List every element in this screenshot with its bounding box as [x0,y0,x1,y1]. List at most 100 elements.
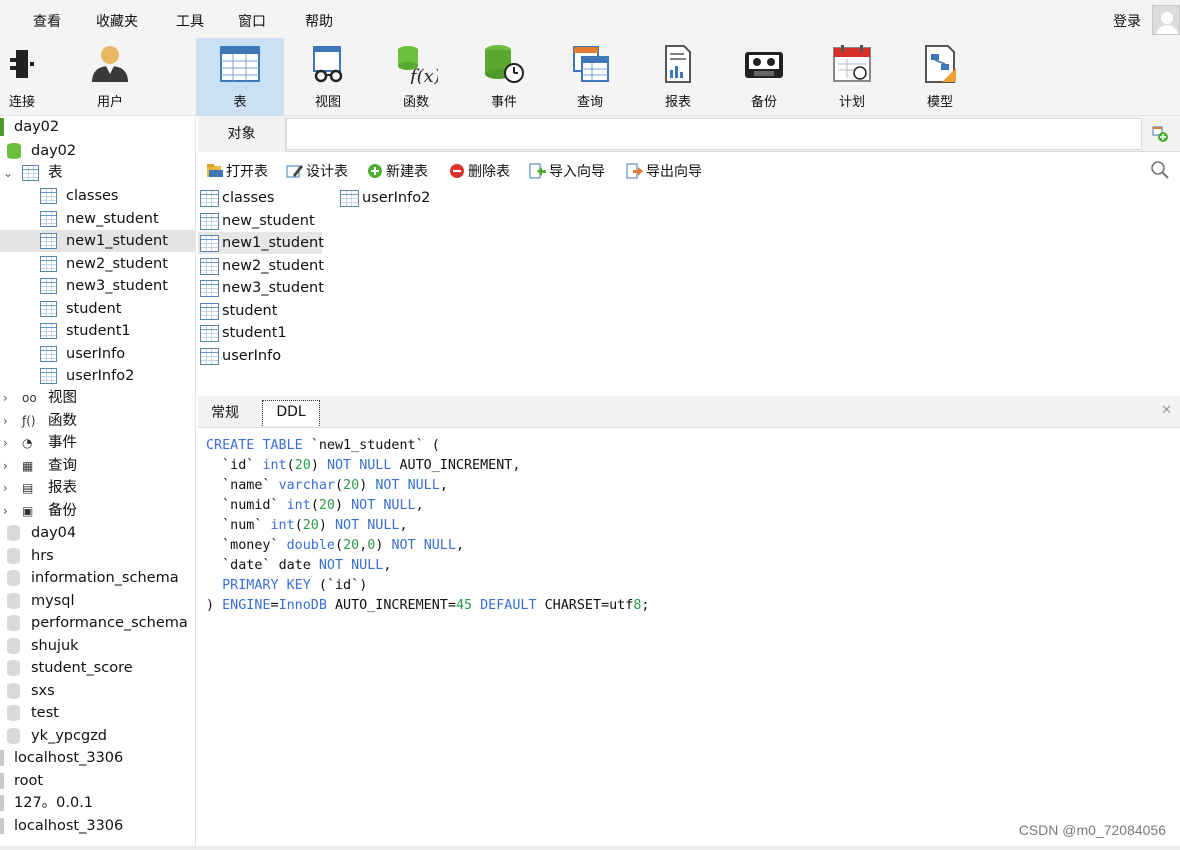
tree-table-item[interactable]: new3_student [0,275,195,297]
table-icon [200,212,219,230]
object-item-label: student1 [222,325,287,341]
menu-tools[interactable]: 工具 [176,11,204,31]
login-link[interactable]: 登录 [1113,11,1141,31]
chevron-down-icon[interactable]: ⌄ [3,162,13,184]
connection-icon [0,772,4,789]
user-icon [92,46,128,82]
tree-database-item[interactable]: shujuk [0,635,195,657]
close-icon[interactable]: ✕ [1161,403,1172,418]
tree-table-label: userInfo [66,345,126,362]
tab-general[interactable]: 常规 [206,400,244,428]
tree-group-label: 查询 [48,457,77,474]
main-toolbar: 连接 用户 表 视图 f(x) 函数 事件 查询 报表 备份 计划 模型 [0,38,1180,116]
tree-database-item[interactable]: student_score [0,657,195,679]
ddl-line: `name` varchar(20) NOT NULL, [222,478,448,493]
tree-connection-item[interactable]: 127。0.0.1 [0,792,195,814]
tree-group-tables[interactable]: ⌄ 表 [0,162,195,184]
tree-table-item[interactable]: userInfo [0,343,195,365]
table-icon [22,165,39,181]
tree-group-item[interactable]: › ▤ 报表 [0,477,195,499]
tree-database-item[interactable]: yk_ypcgzd [0,725,195,747]
query-button[interactable]: 查询 [546,38,634,116]
tree-database-item[interactable]: test [0,702,195,724]
import-wizard-button[interactable]: 导入向导 [529,161,605,181]
chevron-right-icon[interactable]: › [3,410,8,432]
tree-table-item[interactable]: student1 [0,320,195,342]
connection-icon [0,750,4,766]
report-button[interactable]: 报表 [634,38,722,116]
function-button[interactable]: f(x) 函数 [372,38,460,116]
object-list-item[interactable]: new1_student [198,232,324,254]
tree-group-item[interactable]: › ƒ() 函数 [0,410,195,432]
tree-database-label: information_schema [31,570,179,586]
menu-window[interactable]: 窗口 [238,11,266,31]
tree-database-label: test [31,705,59,721]
tree-database-item[interactable]: day04 [0,522,195,544]
menu-favorites[interactable]: 收藏夹 [96,11,138,31]
event-label: 事件 [490,95,517,110]
tree-connection-item[interactable]: root [0,770,195,792]
chevron-right-icon[interactable]: › [3,455,8,477]
menu-bar: 查看 收藏夹 工具 窗口 帮助 登录 [0,0,1180,38]
backup-icon: ▣ [22,503,34,518]
tree-table-item[interactable]: classes [0,185,195,207]
tree-connection[interactable]: day02 [0,116,195,138]
tree-database-item[interactable]: mysql [0,590,195,612]
report-label: 报表 [664,95,691,110]
connection-icon [0,795,4,811]
tree-connection-item[interactable]: localhost_3306 [0,747,195,769]
tree-database-item[interactable]: performance_schema [0,612,195,634]
avatar[interactable] [1152,5,1180,35]
ddl-line: `id` int(20) NOT NULL AUTO_INCREMENT, [222,458,521,473]
tree-group-item[interactable]: › ᴏᴏ 视图 [0,387,195,409]
chevron-right-icon[interactable]: › [3,500,8,522]
design-table-button[interactable]: 设计表 [286,161,348,181]
new-table-button[interactable]: 新建表 [366,161,428,181]
chevron-right-icon[interactable]: › [3,387,8,409]
connect-button[interactable]: 连接 [0,38,66,116]
chevron-right-icon[interactable]: › [3,432,8,454]
tree-database-item[interactable]: information_schema [0,567,195,589]
tab-objects[interactable]: 对象 [198,118,286,152]
new-tab-icon[interactable] [1152,126,1168,142]
tree-table-item[interactable]: new_student [0,208,195,230]
tree-database-item[interactable]: sxs [0,680,195,702]
tab-strip [286,118,1142,150]
model-button[interactable]: 模型 [896,38,984,116]
query-icon [573,46,609,82]
tree-group-item[interactable]: › ▦ 查询 [0,455,195,477]
import-icon [529,163,546,179]
tree-connection-item[interactable]: localhost_3306 [0,815,195,837]
tree-table-item[interactable]: student [0,298,195,320]
backup-button[interactable]: 备份 [720,38,808,116]
tree-group-label: 报表 [48,480,77,496]
tree-table-item[interactable]: new1_student [0,230,195,252]
tree-database-item[interactable]: hrs [0,545,195,567]
chevron-right-icon[interactable]: › [3,477,8,499]
menu-help[interactable]: 帮助 [305,11,333,31]
view-button[interactable]: 视图 [284,38,372,116]
database-icon [7,525,20,541]
export-wizard-button[interactable]: 导出向导 [626,161,702,181]
tab-ddl[interactable]: DDL [262,400,320,426]
delete-table-button[interactable]: 删除表 [448,161,510,181]
tree-table-item[interactable]: userInfo2 [0,365,195,387]
event-button[interactable]: 事件 [460,38,548,116]
tree-database-label: shujuk [31,637,79,654]
tree-table-item[interactable]: new2_student [0,253,195,275]
search-icon[interactable] [1150,160,1170,180]
database-icon [7,592,20,609]
tree-table-label: userInfo2 [66,368,135,384]
user-button[interactable]: 用户 [66,38,154,116]
report-icon: ▤ [22,481,34,495]
schedule-button[interactable]: 计划 [808,38,896,116]
tree-group-item[interactable]: › ◔ 事件 [0,432,195,454]
tree-group-item[interactable]: › ▣ 备份 [0,500,195,522]
table-button[interactable]: 表 [196,38,284,116]
tree-database-day02[interactable]: day02 [0,140,195,162]
tree-table-label: new2_student [66,255,168,272]
menu-view[interactable]: 查看 [33,11,61,31]
table-icon [200,347,219,365]
schedule-label: 计划 [838,95,865,110]
open-table-button[interactable]: 打开表 [206,161,268,181]
